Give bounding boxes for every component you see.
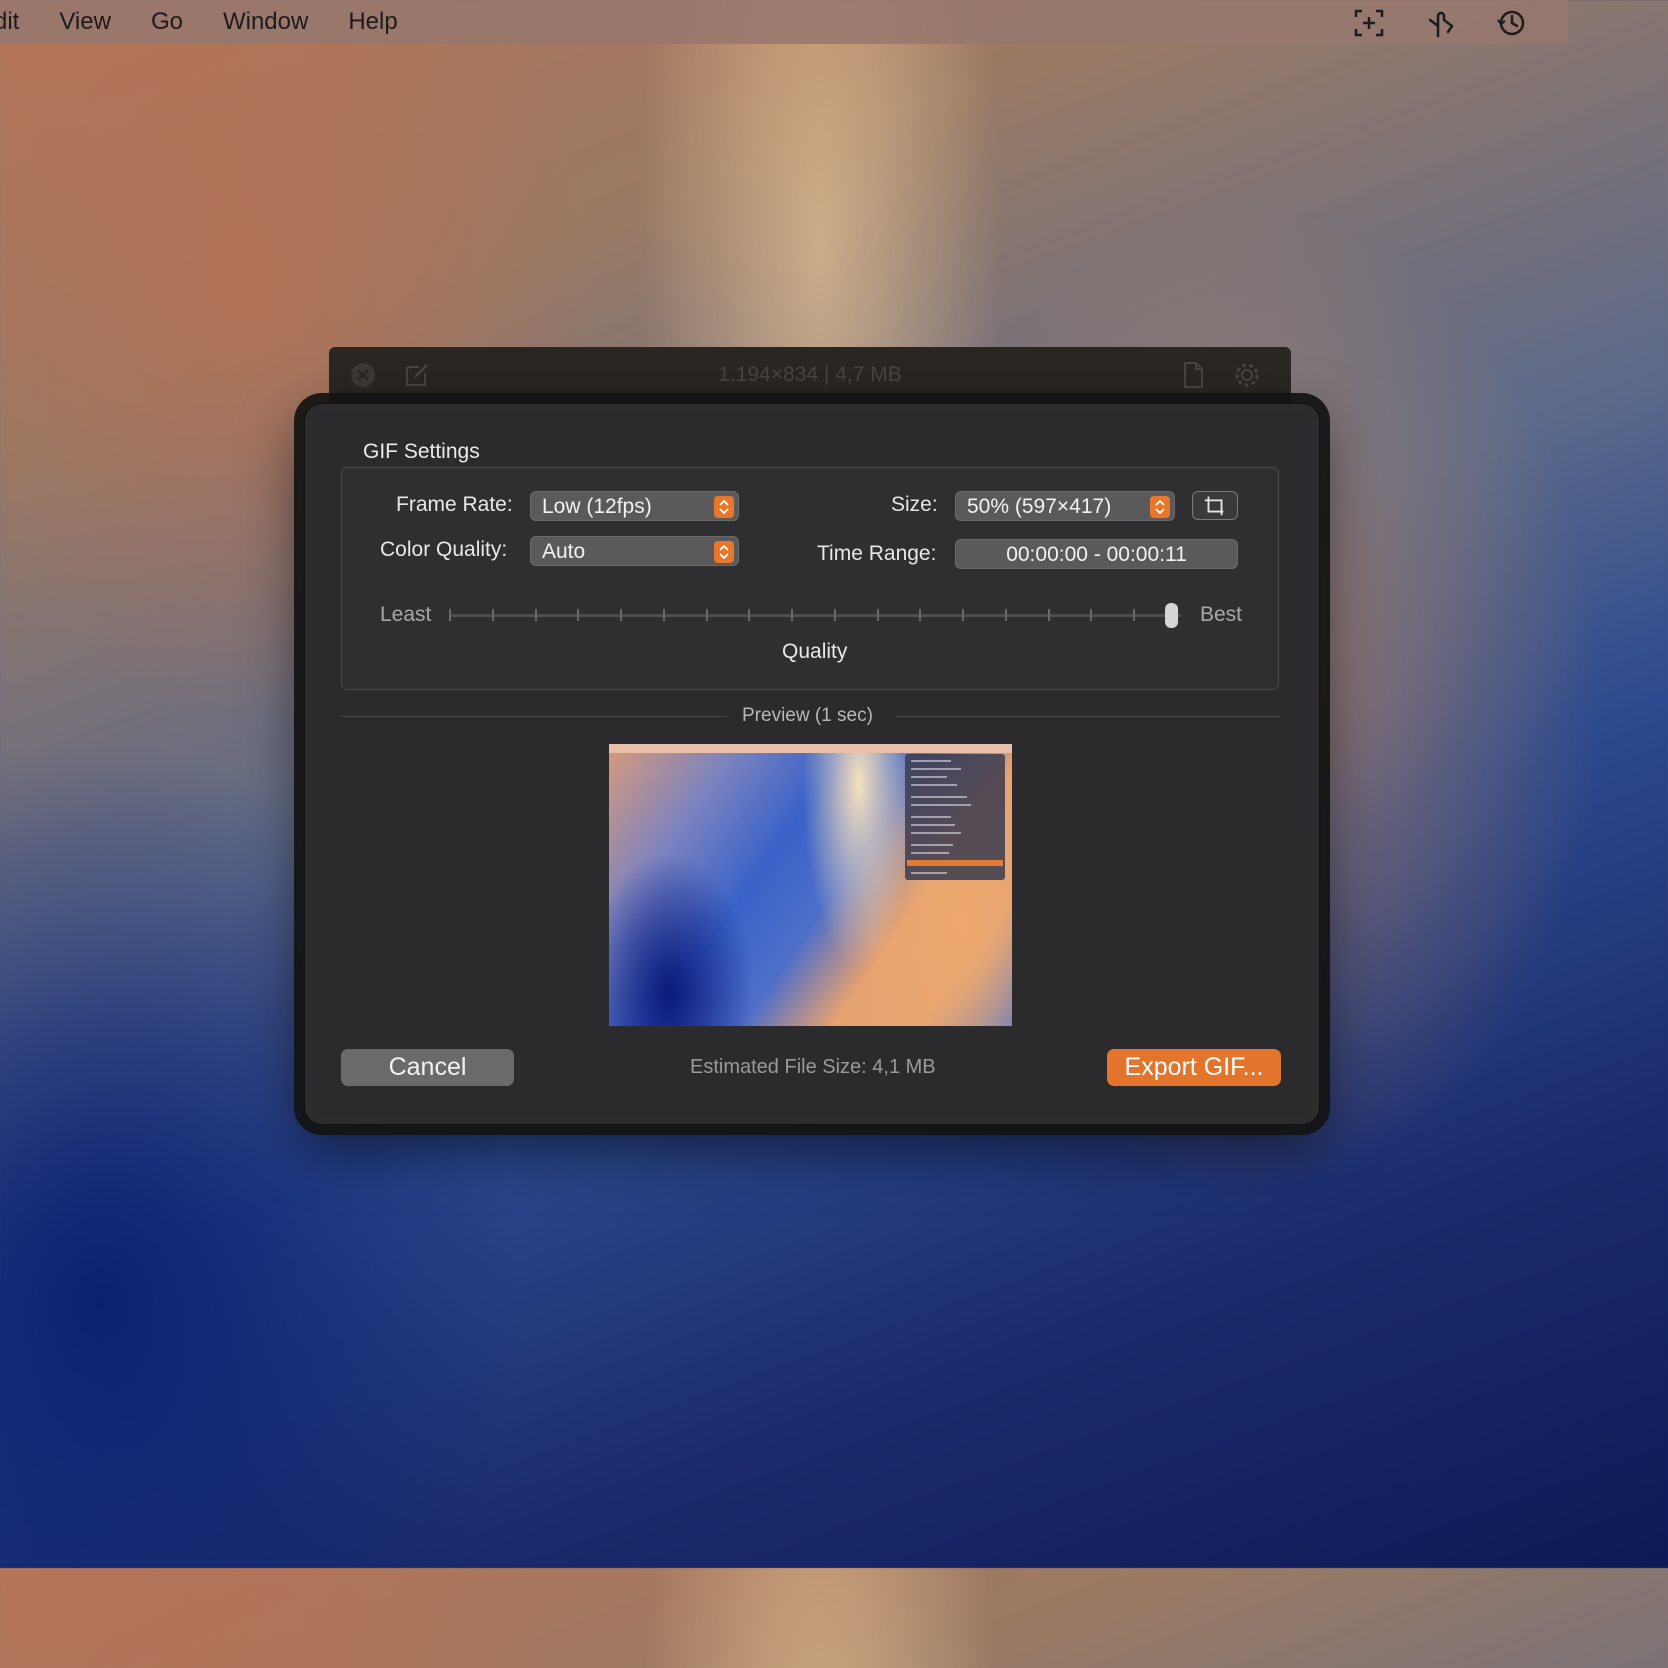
export-gif-button[interactable]: Export GIF... <box>1107 1049 1281 1086</box>
menu-help[interactable]: Help <box>348 8 397 36</box>
gif-preview-image <box>609 744 1012 1026</box>
slider-tick <box>1004 609 1007 621</box>
slider-min-label: Least <box>380 603 432 626</box>
stepper-icon <box>714 541 734 563</box>
quality-slider-track[interactable] <box>449 614 1181 617</box>
menu-view[interactable]: View <box>59 8 111 36</box>
slider-tick <box>620 609 622 621</box>
slider-tick <box>491 609 494 621</box>
slider-tick <box>449 609 451 621</box>
slider-tick <box>1090 609 1093 621</box>
slider-tick <box>534 609 537 621</box>
slider-tick <box>1133 609 1135 621</box>
slider-tick <box>1047 609 1050 621</box>
divider-right <box>895 716 1281 717</box>
frame-rate-popup[interactable]: Low (12fps) <box>530 491 739 521</box>
color-quality-label: Color Quality: <box>380 538 508 561</box>
cancel-button[interactable]: Cancel <box>341 1049 514 1086</box>
estimated-file-size: Estimated File Size: 4,1 MB <box>690 1056 936 1078</box>
menu-edit[interactable]: dit <box>0 8 19 36</box>
slider-tick <box>962 609 964 621</box>
crop-button[interactable] <box>1192 491 1238 520</box>
document-icon[interactable] <box>1179 361 1207 389</box>
group-title: GIF Settings <box>363 440 480 463</box>
color-quality-popup[interactable]: Auto <box>530 536 739 566</box>
slider-caption: Quality <box>782 640 848 663</box>
menu-window[interactable]: Window <box>223 8 308 36</box>
slider-tick <box>748 609 751 621</box>
slider-tick <box>919 609 922 621</box>
slider-tick <box>577 609 580 621</box>
divider-left <box>341 716 727 717</box>
stepper-icon <box>714 496 734 518</box>
size-value: 50% (597×417) <box>967 495 1112 518</box>
slider-tick <box>833 609 836 621</box>
slider-tick <box>876 609 879 621</box>
slider-tick <box>791 609 793 621</box>
menu-go[interactable]: Go <box>151 8 183 36</box>
stepper-icon <box>1150 496 1170 518</box>
time-range-field[interactable]: 00:00:00 - 00:00:11 <box>955 539 1238 569</box>
background-window: 1.194×834 | 4,7 MB <box>329 347 1291 407</box>
window-title: 1.194×834 | 4,7 MB <box>718 363 902 386</box>
gear-icon[interactable] <box>1233 361 1261 389</box>
color-quality-value: Auto <box>542 540 586 563</box>
capture-area-icon[interactable] <box>1352 6 1386 40</box>
size-label: Size: <box>891 493 938 516</box>
frame-rate-value: Low (12fps) <box>542 495 652 518</box>
slider-tick <box>662 609 665 621</box>
slider-tick <box>705 609 708 621</box>
history-icon[interactable] <box>1494 6 1528 40</box>
hand-pointer-icon[interactable] <box>1424 6 1458 40</box>
size-popup[interactable]: 50% (597×417) <box>955 491 1175 521</box>
slider-max-label: Best <box>1200 603 1243 626</box>
time-range-label: Time Range: <box>817 542 937 565</box>
quality-slider-knob[interactable] <box>1165 603 1178 628</box>
frame-rate-label: Frame Rate: <box>396 493 513 516</box>
menu-bar: dit View Go Window Help <box>0 0 1568 44</box>
crop-icon <box>1204 496 1224 516</box>
preview-label: Preview (1 sec) <box>742 705 873 726</box>
